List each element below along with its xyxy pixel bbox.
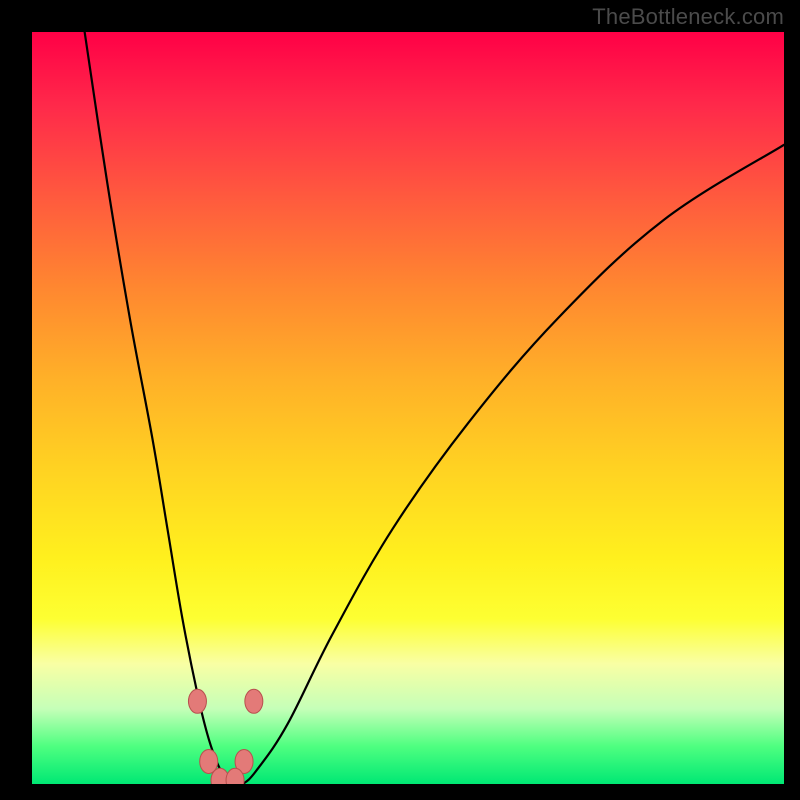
trough-marker bbox=[245, 689, 263, 713]
trough-marker bbox=[188, 689, 206, 713]
bottleneck-curve bbox=[85, 32, 784, 784]
watermark-text: TheBottleneck.com bbox=[592, 4, 784, 30]
curve-layer bbox=[32, 32, 784, 784]
chart-frame: TheBottleneck.com bbox=[0, 0, 800, 800]
trough-markers bbox=[188, 689, 262, 784]
plot-area bbox=[32, 32, 784, 784]
